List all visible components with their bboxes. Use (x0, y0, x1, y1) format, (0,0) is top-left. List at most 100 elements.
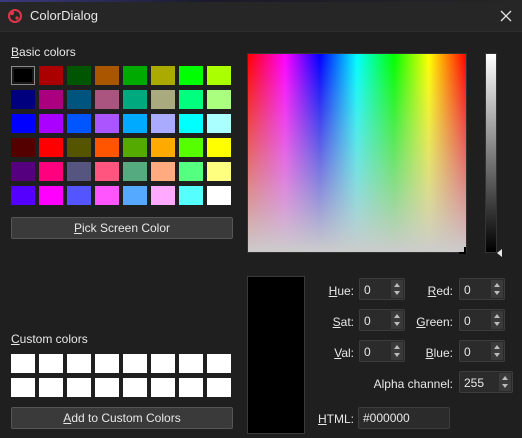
basic-color-swatch[interactable] (67, 90, 91, 109)
basic-color-swatch[interactable] (67, 186, 91, 205)
pick-screen-color-button[interactable]: Pick Screen Color (11, 217, 233, 239)
custom-color-swatch[interactable] (179, 354, 203, 373)
blue-stepper[interactable] (491, 342, 503, 360)
basic-color-swatch[interactable] (207, 90, 231, 109)
basic-color-swatch[interactable] (179, 66, 203, 85)
alpha-spinbox[interactable]: 255 (459, 371, 513, 393)
arrow-up-icon[interactable] (394, 283, 400, 287)
basic-color-swatch[interactable] (179, 114, 203, 133)
custom-color-swatch[interactable] (179, 378, 203, 397)
red-stepper[interactable] (491, 280, 503, 298)
hue-stepper[interactable] (391, 280, 403, 298)
arrow-up-icon[interactable] (494, 283, 500, 287)
basic-color-swatch[interactable] (123, 186, 147, 205)
basic-color-swatch[interactable] (179, 162, 203, 181)
custom-color-swatch[interactable] (207, 378, 231, 397)
basic-color-swatch[interactable] (207, 186, 231, 205)
custom-color-swatch[interactable] (67, 378, 91, 397)
basic-color-swatch[interactable] (151, 138, 175, 157)
basic-color-swatch[interactable] (123, 138, 147, 157)
basic-color-swatch[interactable] (123, 90, 147, 109)
basic-color-swatch[interactable] (207, 114, 231, 133)
basic-color-swatch[interactable] (67, 138, 91, 157)
custom-color-swatch[interactable] (151, 378, 175, 397)
custom-color-swatch[interactable] (67, 354, 91, 373)
arrow-up-icon[interactable] (494, 345, 500, 349)
custom-color-swatch[interactable] (151, 354, 175, 373)
basic-color-swatch[interactable] (95, 162, 119, 181)
basic-color-swatch[interactable] (39, 66, 63, 85)
arrow-down-icon[interactable] (394, 291, 400, 295)
green-spinbox[interactable]: 0 (459, 309, 505, 331)
luminance-slider[interactable] (485, 53, 497, 253)
basic-color-swatch-fill (207, 138, 231, 157)
basic-color-swatch[interactable] (39, 114, 63, 133)
arrow-up-icon[interactable] (394, 314, 400, 318)
arrow-up-icon[interactable] (494, 314, 500, 318)
luminance-arrow-icon[interactable] (497, 249, 502, 257)
basic-color-swatch[interactable] (67, 114, 91, 133)
basic-color-swatch[interactable] (67, 66, 91, 85)
val-stepper[interactable] (391, 342, 403, 360)
arrow-down-icon[interactable] (494, 322, 500, 326)
basic-color-swatch[interactable] (11, 186, 35, 205)
alpha-stepper[interactable] (499, 373, 511, 391)
basic-color-swatch[interactable] (179, 138, 203, 157)
basic-color-swatch[interactable] (123, 114, 147, 133)
arrow-up-icon[interactable] (502, 376, 508, 380)
arrow-down-icon[interactable] (394, 322, 400, 326)
basic-color-swatch[interactable] (39, 186, 63, 205)
arrow-up-icon[interactable] (394, 345, 400, 349)
basic-color-swatch[interactable] (123, 162, 147, 181)
basic-color-swatch[interactable] (123, 66, 147, 85)
basic-color-swatch[interactable] (11, 90, 35, 109)
html-color-input[interactable] (358, 407, 450, 429)
sat-spinbox[interactable]: 0 (359, 309, 405, 331)
close-button[interactable] (490, 2, 522, 30)
arrow-down-icon[interactable] (494, 291, 500, 295)
basic-color-swatch[interactable] (151, 186, 175, 205)
custom-color-swatch[interactable] (11, 378, 35, 397)
basic-color-swatch[interactable] (151, 90, 175, 109)
basic-color-swatch[interactable] (151, 114, 175, 133)
basic-color-swatch[interactable] (179, 186, 203, 205)
add-to-custom-colors-button[interactable]: Add to Custom Colors (11, 407, 233, 429)
basic-color-swatch[interactable] (11, 162, 35, 181)
custom-color-swatch[interactable] (95, 378, 119, 397)
arrow-down-icon[interactable] (394, 353, 400, 357)
custom-color-swatch[interactable] (123, 354, 147, 373)
custom-color-swatch[interactable] (39, 354, 63, 373)
arrow-down-icon[interactable] (494, 353, 500, 357)
sat-stepper[interactable] (391, 311, 403, 329)
basic-color-swatch[interactable] (11, 66, 35, 85)
basic-color-swatch[interactable] (95, 114, 119, 133)
basic-color-swatch[interactable] (207, 66, 231, 85)
basic-color-swatch[interactable] (179, 90, 203, 109)
hue-saturation-picker[interactable] (247, 53, 467, 253)
val-spinbox[interactable]: 0 (359, 340, 405, 362)
basic-color-swatch[interactable] (67, 162, 91, 181)
blue-spinbox[interactable]: 0 (459, 340, 505, 362)
basic-color-swatch[interactable] (11, 138, 35, 157)
basic-color-swatch[interactable] (151, 66, 175, 85)
basic-color-swatch[interactable] (207, 162, 231, 181)
custom-color-swatch[interactable] (11, 354, 35, 373)
red-spinbox[interactable]: 0 (459, 278, 505, 300)
basic-color-swatch[interactable] (39, 138, 63, 157)
custom-color-swatch[interactable] (39, 378, 63, 397)
hue-spinbox[interactable]: 0 (359, 278, 405, 300)
basic-color-swatch[interactable] (11, 114, 35, 133)
basic-color-swatch[interactable] (151, 162, 175, 181)
basic-color-swatch[interactable] (95, 90, 119, 109)
basic-color-swatch[interactable] (95, 66, 119, 85)
basic-color-swatch[interactable] (39, 90, 63, 109)
basic-color-swatch[interactable] (207, 138, 231, 157)
custom-color-swatch[interactable] (95, 354, 119, 373)
custom-color-swatch[interactable] (123, 378, 147, 397)
green-stepper[interactable] (491, 311, 503, 329)
basic-color-swatch[interactable] (39, 162, 63, 181)
arrow-down-icon[interactable] (502, 384, 508, 388)
basic-color-swatch[interactable] (95, 186, 119, 205)
custom-color-swatch[interactable] (207, 354, 231, 373)
basic-color-swatch[interactable] (95, 138, 119, 157)
